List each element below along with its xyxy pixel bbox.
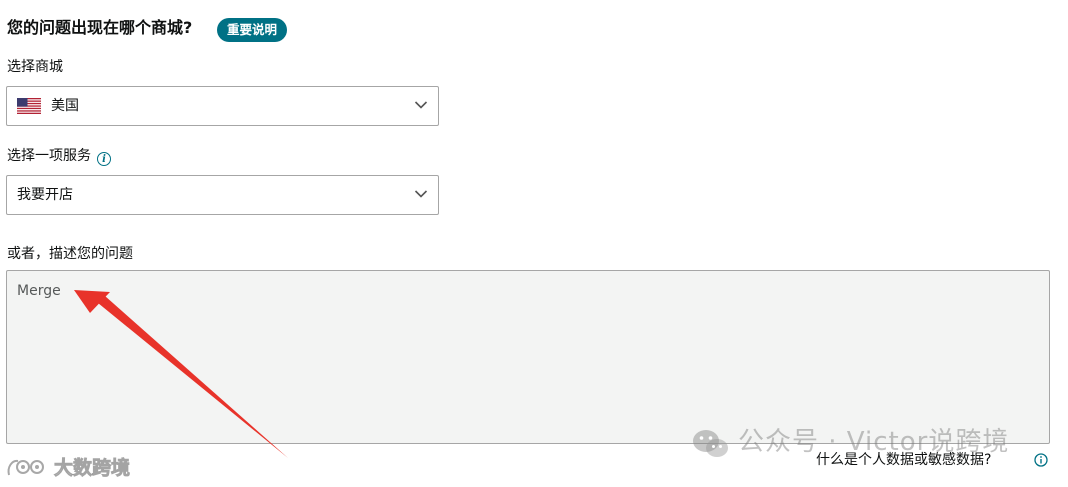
store-selected-value: 美国 xyxy=(51,98,79,114)
description-label: 或者，描述您的问题 xyxy=(7,246,133,262)
chevron-down-icon xyxy=(414,101,428,109)
info-icon[interactable]: i xyxy=(97,152,111,166)
description-value: Merge xyxy=(17,283,61,299)
us-flag-icon xyxy=(17,98,41,114)
watermark-logo-icon xyxy=(7,459,44,476)
bottom-watermark-text: 大数跨境 xyxy=(54,457,131,480)
important-notes-button[interactable]: 重要说明 xyxy=(217,18,288,42)
service-label: 选择一项服务 i xyxy=(7,146,111,166)
chevron-down-icon xyxy=(414,190,428,198)
description-textarea[interactable]: Merge xyxy=(6,270,1050,444)
service-selected-value: 我要开店 xyxy=(17,187,73,203)
info-icon[interactable] xyxy=(1034,453,1048,467)
privacy-data-link[interactable]: 什么是个人数据或敏感数据? xyxy=(816,450,991,470)
question-title: 您的问题出现在哪个商城? xyxy=(7,18,193,37)
store-label: 选择商城 xyxy=(7,59,63,75)
service-select[interactable]: 我要开店 xyxy=(6,175,439,215)
store-select[interactable]: 美国 xyxy=(6,86,439,126)
service-label-text: 选择一项服务 xyxy=(7,148,91,164)
